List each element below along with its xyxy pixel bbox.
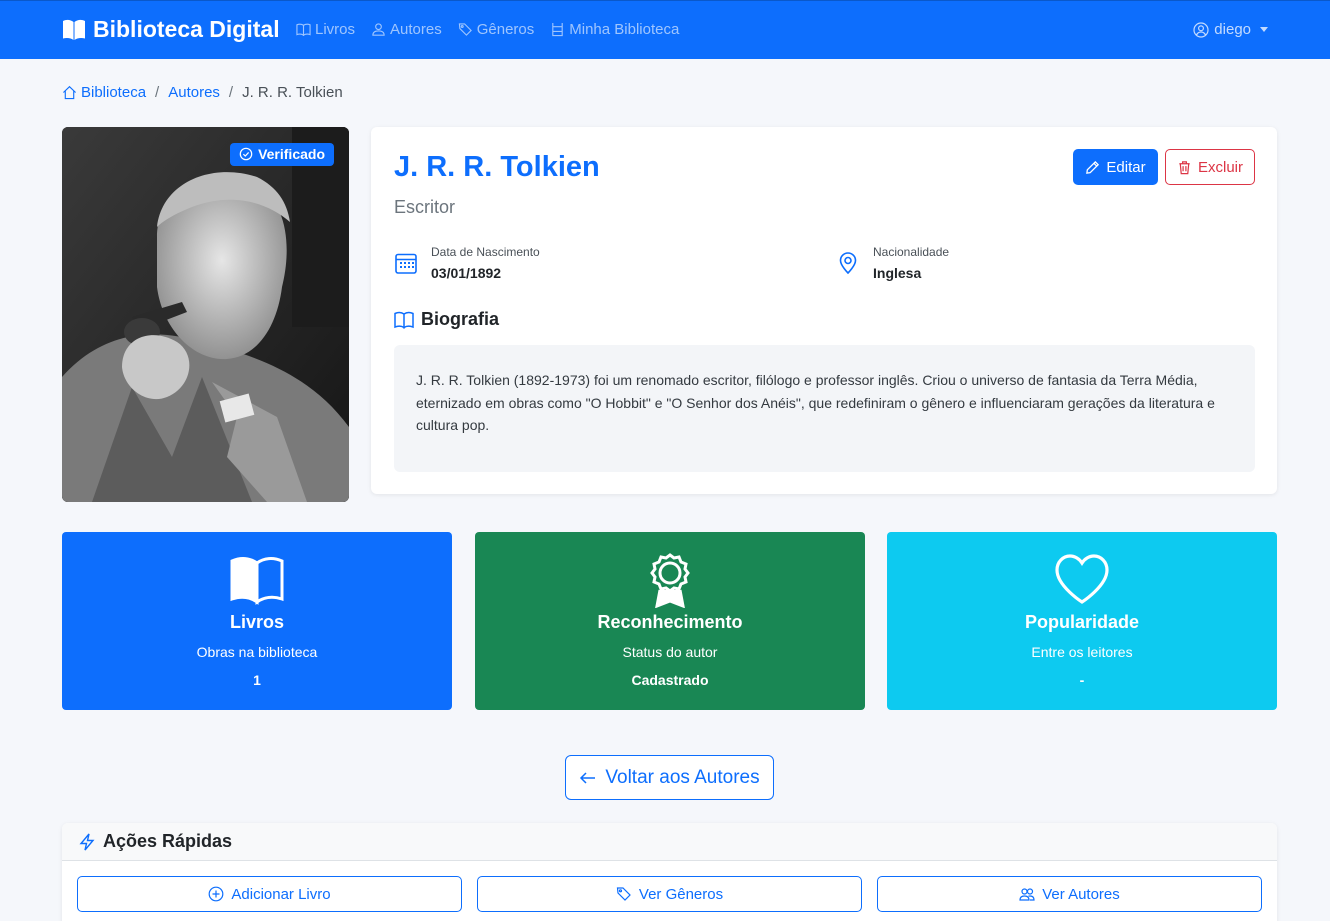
breadcrumb-separator: / [155,84,160,101]
check-badge-icon [239,147,253,161]
author-profile-card: J. R. R. Tolkien Escritor Editar Excluir… [371,127,1277,494]
author-photo: Verificado [62,127,349,502]
brand[interactable]: Biblioteca Digital [62,16,280,43]
verified-label: Verificado [258,146,325,162]
stat-title: Popularidade [1024,612,1140,632]
author-portrait [62,127,349,502]
nationality-value: Inglesa [873,265,922,281]
nationality-info: Nacionalidade Inglesa [836,245,949,281]
user-circle-icon [1193,21,1209,38]
birth-date-label: Data de Nascimento [431,245,540,259]
tags-icon [616,887,631,901]
caret-down-icon [1260,27,1268,32]
back-to-authors-button[interactable]: Voltar aos Autores [565,755,774,800]
book-open-icon [230,557,284,605]
user-menu[interactable]: diego [1193,21,1268,38]
birth-date-info: Data de Nascimento 03/01/1892 [394,245,540,281]
book-icon [394,311,414,329]
add-book-label: Adicionar Livro [231,885,331,903]
breadcrumb: Biblioteca / Autores / J. R. R. Tolkien [62,84,343,101]
stat-value: - [1079,672,1085,688]
book-open-icon [63,19,85,40]
add-book-button[interactable]: Adicionar Livro [77,876,462,912]
nav-link-label: Gêneros [476,21,535,38]
stat-title: Reconhecimento [597,612,743,632]
birth-date-value: 03/01/1892 [431,265,502,281]
biography-text: J. R. R. Tolkien (1892-1973) foi um reno… [394,345,1255,472]
award-icon [650,553,690,608]
delete-button[interactable]: Excluir [1165,149,1255,185]
brand-name: Biblioteca Digital [93,16,280,42]
stat-subtitle: Entre os leitores [1031,644,1133,660]
view-genres-label: Ver Gêneros [638,885,724,903]
delete-label: Excluir [1197,158,1243,176]
trash-icon [1179,160,1190,174]
house-icon [63,85,76,100]
location-pin-icon [839,252,857,275]
nav-link-label: Autores [390,21,442,38]
breadcrumb-home-label: Biblioteca [81,84,147,101]
lightning-icon [79,833,95,850]
author-role: Escritor [394,197,456,217]
view-genres-button[interactable]: Ver Gêneros [477,876,862,912]
biography-title: Biografia [421,309,500,329]
back-label: Voltar aos Autores [605,766,760,788]
quick-actions-header: Ações Rápidas [62,823,1277,861]
nav-link-label: Minha Biblioteca [569,21,680,38]
tags-icon [458,23,472,36]
bookshelf-icon [552,22,564,37]
breadcrumb-section[interactable]: Autores [168,84,220,101]
nav-link-minha-biblioteca[interactable]: Minha Biblioteca [550,21,679,38]
navbar: Biblioteca Digital Livros Autores Gênero… [0,0,1330,59]
stat-value: Cadastrado [631,672,709,688]
nav-link-generos[interactable]: Gêneros [458,21,535,38]
edit-button[interactable]: Editar [1073,149,1158,185]
stat-subtitle: Obras na biblioteca [196,644,318,660]
biography-heading: Biografia [394,309,499,330]
nav-link-autores[interactable]: Autores [371,21,442,38]
pencil-icon [1086,160,1100,174]
user-name: diego [1214,21,1251,38]
breadcrumb-current: J. R. R. Tolkien [242,84,343,101]
view-authors-button[interactable]: Ver Autores [877,876,1262,912]
calendar-icon [395,253,417,274]
nav-link-label: Livros [315,21,356,38]
arrow-left-icon [580,771,596,784]
stat-value: 1 [253,672,261,688]
verified-badge: Verificado [230,143,334,166]
edit-label: Editar [1106,158,1146,176]
people-icon [1019,888,1035,901]
quick-actions-title: Ações Rápidas [103,831,233,851]
plus-circle-icon [208,886,224,902]
author-name: J. R. R. Tolkien [394,151,600,183]
breadcrumb-separator: / [228,84,234,101]
book-icon [296,23,311,37]
nationality-label: Nacionalidade [873,245,950,259]
breadcrumb-home[interactable]: Biblioteca [62,84,146,101]
stat-card-livros: Livros Obras na biblioteca 1 [62,532,452,710]
stat-subtitle: Status do autor [622,644,718,660]
nav-link-livros[interactable]: Livros [296,21,355,38]
stat-card-reconhecimento: Reconhecimento Status do autor Cadastrad… [475,532,865,710]
heart-icon [1055,554,1109,604]
quick-actions-card: Ações Rápidas Adicionar Livro Ver Gênero… [62,823,1277,921]
stat-card-popularidade: Popularidade Entre os leitores - [887,532,1277,710]
stat-title: Livros [229,612,285,632]
nav-links: Livros Autores Gêneros Minha Biblioteca [296,21,679,38]
view-authors-label: Ver Autores [1042,885,1120,903]
person-icon [372,23,385,36]
